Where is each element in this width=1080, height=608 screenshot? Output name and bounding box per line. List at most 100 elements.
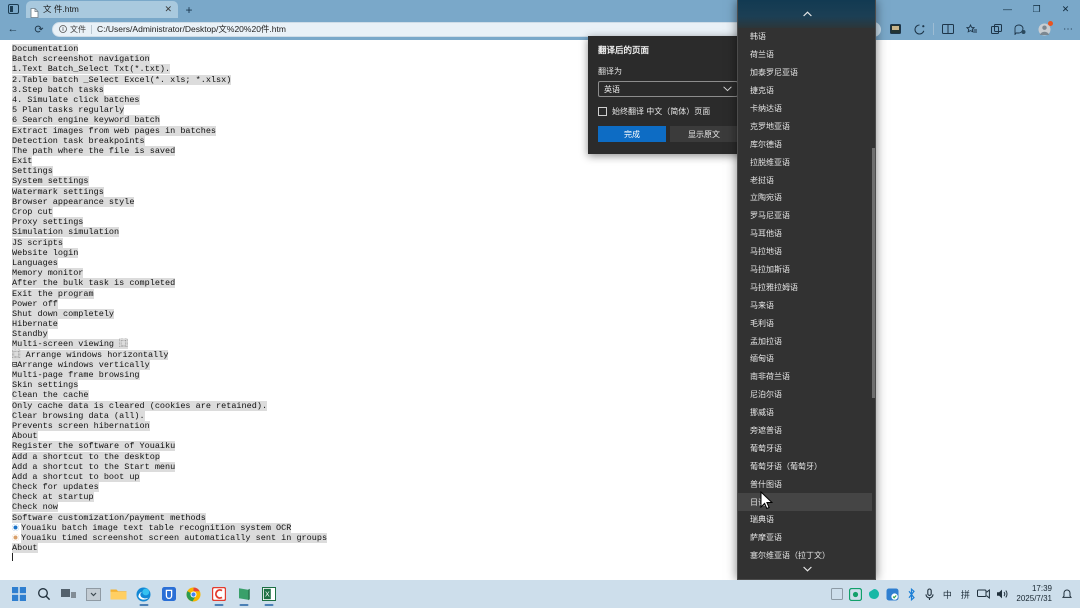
app-red-c-icon[interactable] bbox=[206, 580, 231, 608]
language-menu-item[interactable]: 马拉雅拉姆语 bbox=[738, 278, 875, 296]
language-menu-item[interactable]: 普什图语 bbox=[738, 475, 875, 493]
favorites-icon[interactable] bbox=[960, 18, 984, 40]
language-menu-item[interactable]: 日语 bbox=[738, 493, 875, 512]
language-menu-item[interactable]: 马拉加斯语 bbox=[738, 261, 875, 279]
document-line: 3.Step batch tasks bbox=[12, 84, 104, 95]
split-tab-icon[interactable] bbox=[936, 18, 960, 40]
search-icon[interactable] bbox=[31, 580, 56, 608]
language-menu-item[interactable]: 尼泊尔语 bbox=[738, 386, 875, 404]
back-button[interactable]: ← bbox=[0, 18, 26, 40]
reload-button[interactable]: ⟳ bbox=[26, 18, 52, 40]
scrollbar-thumb[interactable] bbox=[872, 148, 875, 398]
language-dropdown-menu: 韩语 荷兰语 加泰罗尼亚语 捷克语 卡纳达语 克罗地亚语 库尔德语 拉脱维亚语 老挝语 立陶宛语罗… bbox=[737, 0, 876, 580]
file-explorer-icon[interactable] bbox=[106, 580, 131, 608]
info-icon[interactable]: 文件 bbox=[59, 24, 86, 35]
address-bar[interactable]: 文件 C:/Users/Administrator/Desktop/文%20%2… bbox=[52, 21, 825, 37]
language-menu-item[interactable]: 葡萄牙语（葡萄牙） bbox=[738, 457, 875, 475]
tab-title: 文 件.htm bbox=[43, 4, 79, 14]
collections-icon[interactable] bbox=[984, 18, 1008, 40]
start-icon[interactable] bbox=[6, 580, 31, 608]
language-select[interactable]: 英语 bbox=[598, 81, 738, 97]
language-menu-item[interactable]: 克罗地亚语 bbox=[738, 117, 875, 135]
language-menu-item[interactable]: 库尔德语 bbox=[738, 135, 875, 153]
clock[interactable]: 17:39 2025/7/31 bbox=[1012, 584, 1058, 604]
document-line: Shut down completely bbox=[12, 308, 115, 319]
browser-window: 文 件.htm ✕ + — ❐ ✕ ← ⟳ 文件 C:/Users/Admini… bbox=[0, 0, 1080, 580]
always-translate-row[interactable]: 始终翻译 中文（简体）页面 bbox=[598, 106, 738, 117]
minimize-button[interactable]: — bbox=[993, 0, 1022, 18]
widgets-icon[interactable] bbox=[81, 580, 106, 608]
language-scrollbar[interactable] bbox=[872, 28, 875, 579]
scroll-down-arrow[interactable] bbox=[738, 559, 875, 579]
document-line: About bbox=[12, 543, 38, 554]
document-line: Check for updates bbox=[12, 482, 99, 493]
language-menu-item[interactable]: 毛利语 bbox=[738, 314, 875, 332]
app-blue-icon[interactable] bbox=[156, 580, 181, 608]
scroll-up-arrow[interactable] bbox=[738, 0, 875, 28]
language-menu-item[interactable]: 荷兰语 bbox=[738, 46, 875, 64]
chrome-icon[interactable] bbox=[181, 580, 206, 608]
document-line: Clear browsing data (all). bbox=[12, 410, 145, 421]
microphone-icon[interactable] bbox=[920, 580, 938, 608]
document-line: 2.Table batch _Select Excel(*. xls; *.xl… bbox=[12, 74, 232, 85]
document-line: System settings bbox=[12, 176, 89, 187]
excel-icon[interactable]: X bbox=[256, 580, 281, 608]
app-tray-blue-icon[interactable] bbox=[883, 580, 902, 608]
volume-icon[interactable] bbox=[993, 580, 1012, 608]
language-menu-item[interactable]: 马耳他语 bbox=[738, 225, 875, 243]
url-scheme-label: 文件 bbox=[70, 24, 86, 34]
language-menu-item[interactable]: 罗马尼亚语 bbox=[738, 207, 875, 225]
browser-essentials-icon[interactable] bbox=[907, 18, 931, 40]
language-menu-item[interactable]: 萨摩亚语 bbox=[738, 529, 875, 547]
language-menu-item[interactable]: 韩语 bbox=[738, 28, 875, 46]
show-desktop-icon[interactable] bbox=[828, 580, 846, 608]
app-green-book-icon[interactable] bbox=[231, 580, 256, 608]
notification-bell-icon[interactable] bbox=[1058, 580, 1076, 608]
done-button[interactable]: 完成 bbox=[598, 126, 666, 142]
maximize-button[interactable]: ❐ bbox=[1022, 0, 1051, 18]
language-menu-item[interactable]: 缅甸语 bbox=[738, 350, 875, 368]
clock-date: 2025/7/31 bbox=[1016, 594, 1052, 603]
svg-text:X: X bbox=[265, 592, 270, 599]
language-menu-item[interactable]: 马来语 bbox=[738, 296, 875, 314]
radio-tan-icon bbox=[12, 534, 19, 541]
language-menu-item[interactable]: 立陶宛语 bbox=[738, 189, 875, 207]
language-menu-item[interactable]: 卡纳达语 bbox=[738, 100, 875, 118]
task-view-icon[interactable] bbox=[56, 580, 81, 608]
new-tab-button[interactable]: + bbox=[178, 1, 200, 18]
always-translate-checkbox[interactable] bbox=[598, 107, 607, 116]
language-menu-item[interactable]: 捷克语 bbox=[738, 82, 875, 100]
language-menu-item[interactable]: 南非荷兰语 bbox=[738, 368, 875, 386]
split-screen-icon[interactable] bbox=[883, 18, 907, 40]
language-menu-item[interactable]: 马拉地语 bbox=[738, 243, 875, 261]
language-menu-item[interactable]: 老挝语 bbox=[738, 171, 875, 189]
document-line: Software customization/payment methods bbox=[12, 512, 206, 523]
document-line: Multi-screen viewing ⿴ bbox=[12, 339, 128, 350]
ime-pinyin-indicator[interactable]: 拼 bbox=[956, 580, 974, 608]
copilot-icon[interactable] bbox=[1008, 18, 1032, 40]
language-menu-item[interactable]: 孟加拉语 bbox=[738, 332, 875, 350]
language-menu-item[interactable]: 挪威语 bbox=[738, 404, 875, 422]
language-menu-item[interactable]: 瑞典语 bbox=[738, 511, 875, 529]
app-tray-teal-icon[interactable] bbox=[865, 580, 883, 608]
settings-more-icon[interactable]: ⋯ bbox=[1056, 18, 1080, 40]
browser-tab[interactable]: 文 件.htm ✕ bbox=[26, 1, 178, 18]
close-window-button[interactable]: ✕ bbox=[1051, 0, 1080, 18]
close-icon[interactable]: ✕ bbox=[162, 1, 174, 18]
network-icon[interactable] bbox=[974, 580, 993, 608]
document-line: Languages bbox=[12, 257, 58, 268]
bluetooth-icon[interactable] bbox=[902, 580, 920, 608]
profile-avatar[interactable] bbox=[1032, 18, 1056, 40]
language-menu-item[interactable]: 拉脱维亚语 bbox=[738, 153, 875, 171]
language-menu-item[interactable]: 葡萄牙语 bbox=[738, 439, 875, 457]
active-app-indicator bbox=[239, 604, 248, 606]
language-list: 韩语 荷兰语 加泰罗尼亚语 捷克语 卡纳达语 克罗地亚语 库尔德语 拉脱维亚语 老挝语 立陶宛语罗… bbox=[738, 28, 875, 565]
language-menu-item[interactable]: 旁遮普语 bbox=[738, 422, 875, 440]
document-line: Website login bbox=[12, 247, 79, 258]
app-tray-green-icon[interactable] bbox=[846, 580, 865, 608]
show-original-button[interactable]: 显示原文 bbox=[670, 126, 738, 142]
ime-mode-indicator[interactable]: 中 bbox=[938, 580, 956, 608]
tab-actions-icon[interactable] bbox=[0, 0, 26, 18]
edge-icon[interactable] bbox=[131, 580, 156, 608]
language-menu-item[interactable]: 加泰罗尼亚语 bbox=[738, 64, 875, 82]
